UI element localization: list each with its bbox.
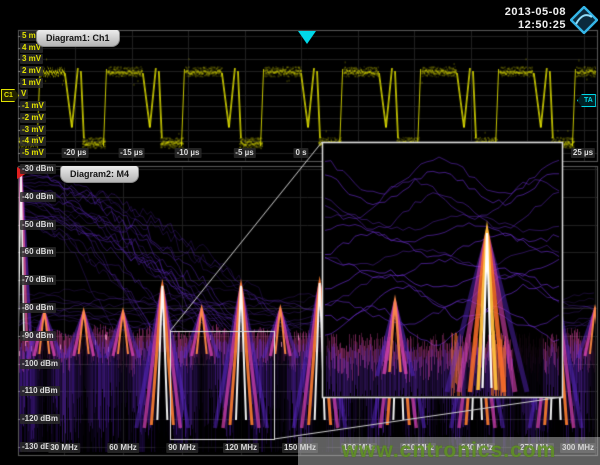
d1-x-tick-label: 0 s <box>293 148 308 158</box>
datetime-display: 2013-05-08 12:50:25 <box>505 6 566 32</box>
scope-plot-canvas <box>0 0 600 465</box>
d2-y-tick-label: -120 dBm <box>20 414 60 424</box>
d2-y-tick-label: -100 dBm <box>20 359 60 369</box>
d2-y-tick-label: -40 dBm <box>20 192 56 202</box>
d1-x-tick-label: 25 µs <box>571 148 595 158</box>
d1-y-tick-label: 3 mV <box>20 54 43 64</box>
d2-y-tick-label: -80 dBm <box>20 303 56 313</box>
d1-x-tick-label: -20 µs <box>62 148 89 158</box>
d1-y-tick-label: -5 mV <box>20 148 46 158</box>
tab-diagram2[interactable]: Diagram2: M4 <box>60 166 139 183</box>
d1-y-tick-label: -4 mV <box>20 136 46 146</box>
d2-y-tick-label: -60 dBm <box>20 247 56 257</box>
d1-y-tick-label: 1 mV <box>20 78 43 88</box>
d2-x-tick-label: 30 MHz <box>48 443 80 453</box>
d1-y-tick-label: 2 mV <box>20 66 43 76</box>
time-label: 12:50:25 <box>505 19 566 32</box>
d2-y-tick-label: -110 dBm <box>20 386 60 396</box>
d2-x-tick-label: 60 MHz <box>107 443 139 453</box>
d2-y-tick-label: -70 dBm <box>20 275 56 285</box>
d1-x-tick-label: -5 µs <box>233 148 255 158</box>
date-label: 2013-05-08 <box>505 6 566 19</box>
watermark: www.cntronics.com <box>298 437 600 465</box>
watermark-text: www.cntronics.com <box>342 439 557 463</box>
trigger-position-marker[interactable] <box>298 31 316 44</box>
zero-level-label: V <box>19 89 28 99</box>
d2-x-tick-label: 120 MHz <box>223 443 259 453</box>
d1-y-tick-label: -1 mV <box>20 101 46 111</box>
d2-y-tick-label: -30 dBm <box>20 164 56 174</box>
d1-y-tick-label: -3 mV <box>20 125 46 135</box>
d2-y-tick-label: -50 dBm <box>20 220 56 230</box>
d1-y-tick-label: -2 mV <box>20 113 46 123</box>
tab-diagram1[interactable]: Diagram1: Ch1 <box>36 30 120 47</box>
d1-x-tick-label: -10 µs <box>175 148 202 158</box>
d2-y-tick-label: -90 dBm <box>20 331 56 341</box>
oscilloscope-screen: 2013-05-08 12:50:25 Diagram1: Ch1 Diagra… <box>0 0 600 465</box>
d2-x-tick-label: 90 MHz <box>166 443 198 453</box>
rs-logo-icon <box>570 6 598 34</box>
d1-x-tick-label: -15 µs <box>118 148 145 158</box>
rs-logo <box>570 6 598 34</box>
